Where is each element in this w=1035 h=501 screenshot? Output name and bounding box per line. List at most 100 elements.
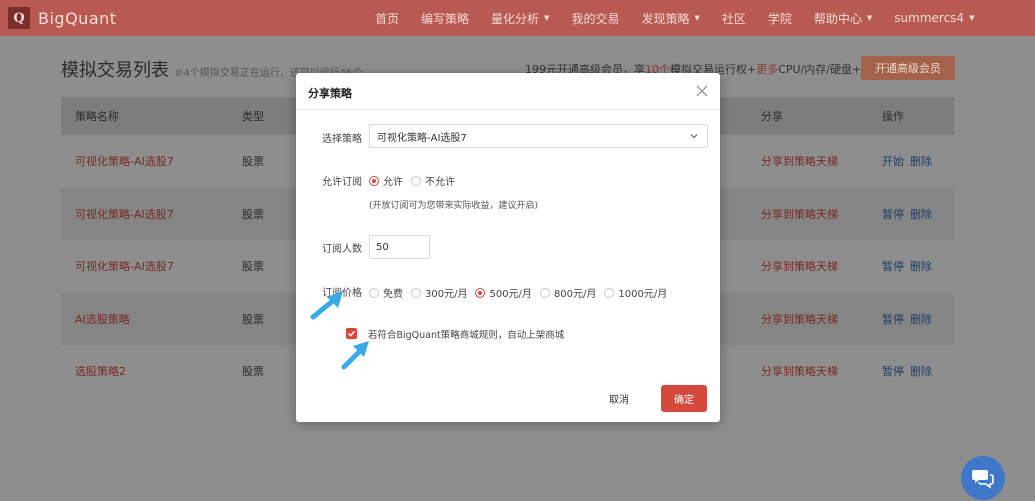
strategy-name-link[interactable]: 选股策略2 [75, 363, 126, 379]
dialog-divider [296, 109, 720, 110]
caret-down-icon: ▼ [544, 14, 550, 22]
chevron-down-icon [690, 134, 698, 139]
confirm-button[interactable]: 确定 [661, 385, 707, 412]
start-link[interactable]: 开始 [882, 155, 904, 168]
caret-down-icon: ▼ [866, 14, 873, 22]
nav-item-discover-strategy[interactable]: 发现策略 ▼ [641, 10, 699, 27]
radio-unselected-icon [539, 287, 550, 298]
radio-unselected-icon [411, 175, 421, 186]
header-op: 操作 [882, 110, 904, 123]
nav-item-academy[interactable]: 学院 [768, 10, 792, 27]
radio-selected-icon [369, 175, 379, 186]
delete-link[interactable]: 删除 [910, 155, 932, 168]
select-strategy-label: 选择策略 [322, 134, 362, 145]
delete-link[interactable]: 删除 [910, 260, 932, 273]
promo-suffix: CPU/内存/硬盘+... [778, 63, 872, 76]
radio-label: 500元/月 [489, 289, 532, 300]
cancel-button[interactable]: 取消 [609, 391, 629, 406]
strategy-type: 股票 [242, 260, 264, 274]
delete-link[interactable]: 删除 [910, 365, 932, 378]
strategy-type: 股票 [242, 207, 264, 221]
nav-label: 学院 [767, 11, 792, 26]
page-title: 模拟交易列表 [61, 60, 169, 81]
upgrade-vip-button[interactable]: 开通高级会员 [861, 56, 955, 80]
logo-icon: Q [8, 7, 30, 29]
strategy-select-value: 可视化策略-AI选股7 [377, 132, 467, 144]
header-name: 策略名称 [75, 110, 119, 123]
radio-price-1000[interactable]: 1000元/月 [604, 285, 667, 300]
allow-subscribe-label: 允许订阅 [322, 177, 362, 188]
nav-label: 发现策略 [641, 11, 690, 26]
brand-logo[interactable]: Q BigQuant [8, 7, 117, 29]
nav-label: 社区 [721, 11, 746, 26]
share-link[interactable]: 分享到策略天梯 [761, 363, 838, 379]
radio-price-free[interactable]: 免费 [369, 285, 403, 300]
nav-label: summercs4 [894, 11, 965, 25]
strategy-name-link[interactable]: 可视化策略-AI选股7 [75, 153, 174, 169]
delete-link[interactable]: 删除 [910, 208, 932, 221]
strategy-select[interactable]: 可视化策略-AI选股7 [369, 124, 708, 148]
radio-label: 不允许 [425, 177, 455, 188]
header-share: 分享 [761, 110, 783, 123]
nav-label: 我的交易 [571, 11, 620, 26]
close-icon[interactable] [696, 85, 708, 97]
strategy-type: 股票 [242, 155, 264, 169]
strategy-type: 股票 [242, 365, 264, 379]
caret-down-icon: ▼ [694, 14, 700, 22]
share-link[interactable]: 分享到策略天梯 [761, 206, 838, 222]
nav-label: 帮助中心 [813, 11, 862, 26]
radio-label: 免费 [383, 289, 403, 300]
nav-item-home[interactable]: 首页 [375, 10, 399, 27]
nav-label: 首页 [375, 11, 400, 26]
dialog-title: 分享策略 [308, 87, 352, 100]
nav-item-my-trades[interactable]: 我的交易 [571, 10, 619, 27]
nav-item-community[interactable]: 社区 [722, 10, 746, 27]
radio-label: 允许 [383, 177, 403, 188]
subscriber-count-label: 订阅人数 [322, 244, 362, 255]
header-type: 类型 [242, 110, 264, 123]
radio-disallow[interactable]: 不允许 [411, 173, 455, 188]
nav-menu: 首页 编写策略 量化分析 ▼ 我的交易 发现策略 ▼ 社区 学院 帮助中心 ▼ sum… [375, 0, 996, 36]
delete-link[interactable]: 删除 [910, 313, 932, 326]
radio-price-800[interactable]: 800元/月 [539, 285, 597, 300]
strategy-type: 股票 [242, 312, 264, 326]
allow-subscribe-hint: (开放订阅可为您带来实际收益，建议开启) [369, 201, 539, 211]
subscriber-count-input[interactable] [369, 235, 430, 259]
brand-name: BigQuant [38, 8, 117, 28]
nav-item-write-strategy[interactable]: 编写策略 [421, 10, 469, 27]
nav-label: 量化分析 [491, 11, 540, 26]
nav-item-help[interactable]: 帮助中心 ▼ [814, 10, 872, 27]
radio-selected-icon [475, 287, 486, 298]
pause-link[interactable]: 暂停 [882, 208, 904, 221]
radio-unselected-icon [411, 287, 421, 298]
radio-label: 300元/月 [425, 289, 468, 300]
chat-icon [972, 470, 994, 489]
allow-subscribe-radio-group: 允许 不允许 [369, 173, 463, 188]
radio-unselected-icon [604, 287, 615, 298]
promo-more-link[interactable]: 更多 [756, 63, 778, 76]
pause-link[interactable]: 暂停 [882, 313, 904, 326]
strategy-name-link[interactable]: AI选股策略 [75, 311, 130, 327]
radio-allow[interactable]: 允许 [369, 173, 403, 188]
pause-link[interactable]: 暂停 [882, 260, 904, 273]
auto-list-mall-label: 若符合BigQuant策略商城规则，自动上架商城 [368, 330, 565, 341]
share-link[interactable]: 分享到策略天梯 [761, 311, 838, 327]
top-navbar: Q BigQuant 首页 编写策略 量化分析 ▼ 我的交易 发现策略 ▼ 社区 学… [0, 0, 1035, 36]
caret-down-icon: ▼ [969, 14, 975, 22]
share-link[interactable]: 分享到策略天梯 [761, 258, 838, 274]
radio-price-500[interactable]: 500元/月 [475, 285, 532, 300]
annotation-arrow-icon [341, 341, 369, 370]
share-link[interactable]: 分享到策略天梯 [761, 153, 838, 169]
strategy-name-link[interactable]: 可视化策略-AI选股7 [75, 206, 174, 222]
annotation-arrow-icon [310, 291, 343, 320]
radio-label: 800元/月 [553, 289, 597, 300]
radio-unselected-icon [369, 287, 379, 298]
pause-link[interactable]: 暂停 [882, 365, 904, 378]
price-radio-group: 免费 300元/月 500元/月 800元/月 1000元/月 [369, 285, 675, 300]
nav-item-quant-analysis[interactable]: 量化分析 ▼ [491, 10, 549, 27]
chat-button[interactable] [961, 456, 1005, 500]
radio-price-300[interactable]: 300元/月 [411, 285, 467, 300]
radio-label: 1000元/月 [618, 289, 668, 300]
strategy-name-link[interactable]: 可视化策略-AI选股7 [75, 258, 174, 274]
nav-item-user[interactable]: summercs4 ▼ [894, 11, 974, 25]
